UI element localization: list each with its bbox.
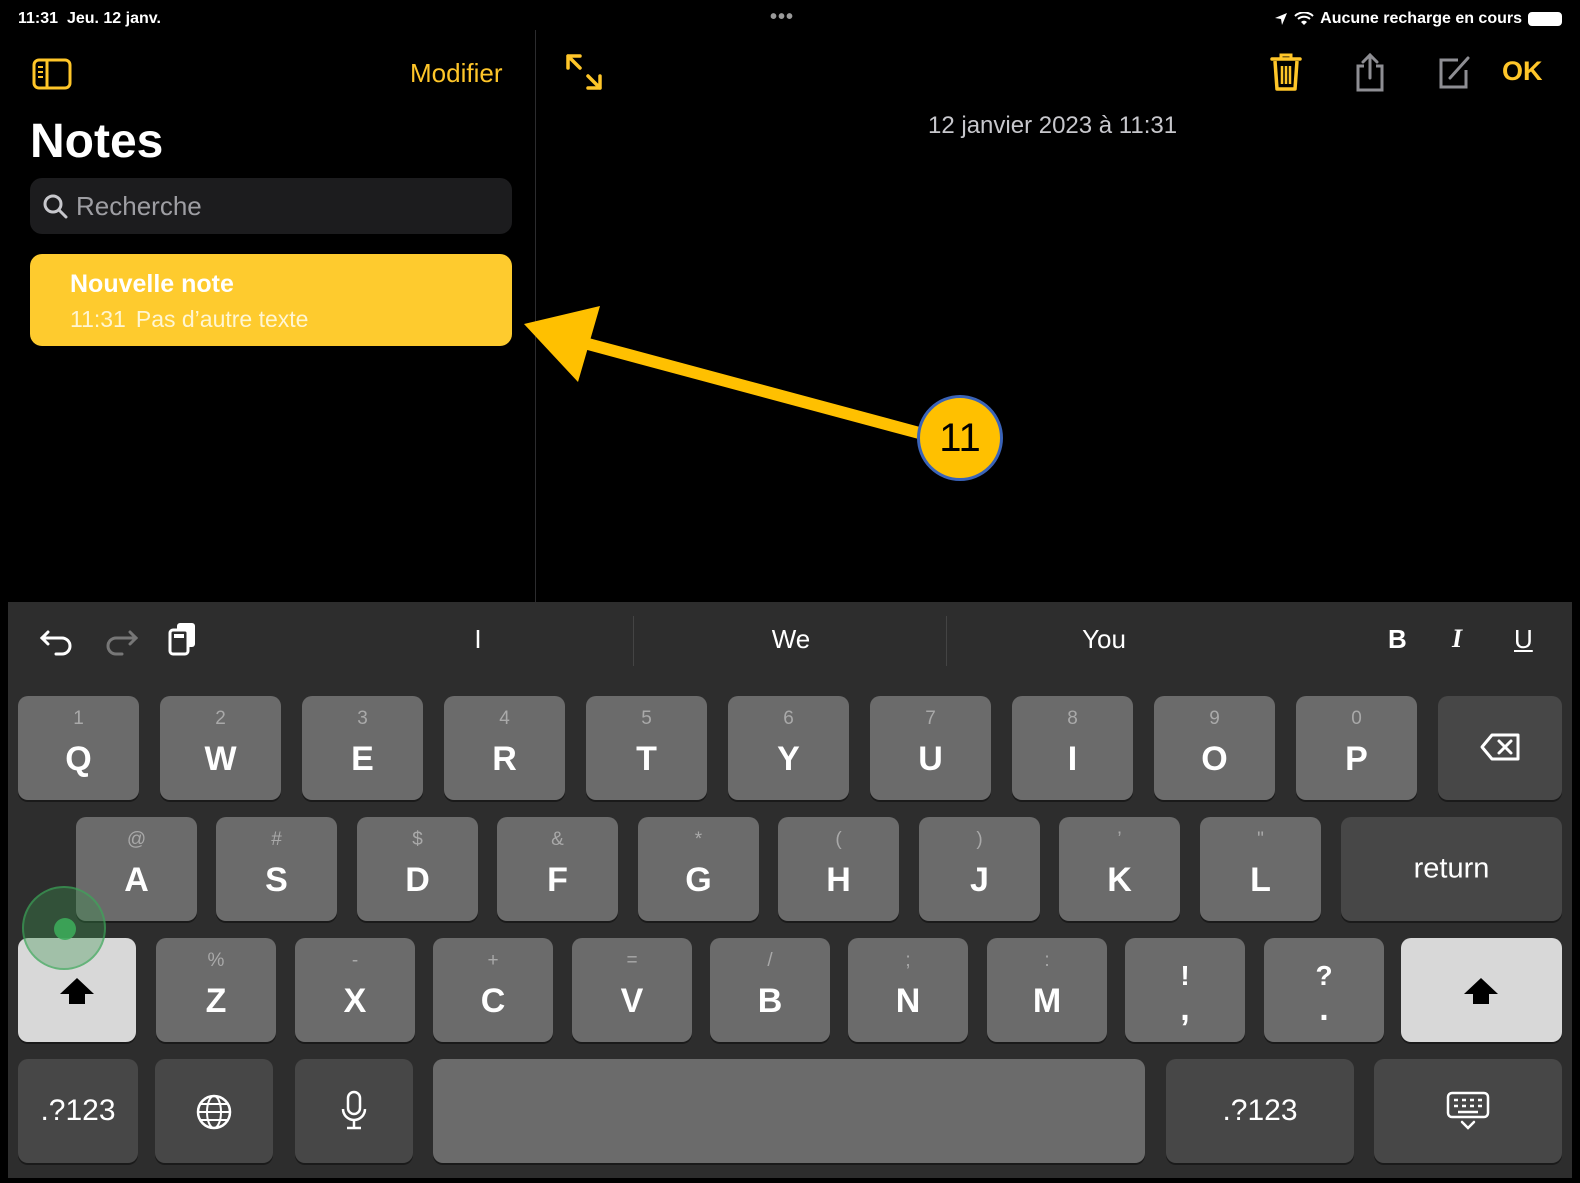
suggestion-3[interactable]: You — [1004, 624, 1204, 655]
key-r[interactable]: 4R — [444, 696, 565, 800]
bold-button[interactable]: B — [1388, 624, 1407, 655]
done-button[interactable]: OK — [1502, 56, 1543, 87]
key-n[interactable]: ; N — [848, 938, 968, 1042]
shift-icon — [60, 978, 94, 1004]
key-f[interactable]: & F — [497, 817, 618, 921]
notes-sidebar: Modifier Notes Nouvelle note 11:31 Pas d’… — [8, 30, 536, 610]
numbers-key-right[interactable]: .?123 — [1166, 1059, 1354, 1163]
keyboard-dismiss-icon — [1446, 1091, 1490, 1130]
status-right: Aucune recharge en cours — [1274, 10, 1562, 28]
hide-keyboard-key[interactable] — [1374, 1059, 1562, 1163]
key-y[interactable]: 6Y — [728, 696, 849, 800]
step-badge: 11 — [917, 395, 1003, 481]
note-timestamp: 12 janvier 2023 à 11:31 — [928, 112, 1178, 139]
key-i[interactable]: 8I — [1012, 696, 1133, 800]
sidebar-toggle-icon[interactable] — [32, 58, 72, 90]
key-e[interactable]: 3E — [302, 696, 423, 800]
suggestion-2[interactable]: We — [691, 624, 891, 655]
key-comma[interactable]: !, — [1125, 938, 1245, 1042]
key-g[interactable]: * G — [638, 817, 759, 921]
key-j[interactable]: ) J — [919, 817, 1040, 921]
return-key[interactable]: return — [1341, 817, 1562, 921]
shift-icon — [1464, 978, 1498, 1004]
key-w[interactable]: 2W — [160, 696, 281, 800]
suggestion-divider — [633, 616, 634, 666]
wifi-icon — [1294, 12, 1314, 25]
charging-status: Aucune recharge en cours — [1320, 10, 1522, 27]
key-k[interactable]: ’ K — [1059, 817, 1180, 921]
key-period[interactable]: ?. — [1264, 938, 1384, 1042]
multitasking-dots-icon[interactable]: ••• — [770, 6, 794, 29]
numbers-key-left[interactable]: .?123 — [18, 1059, 138, 1163]
underline-button[interactable]: U — [1514, 624, 1533, 655]
paste-icon[interactable] — [164, 620, 202, 658]
key-v[interactable]: = V — [572, 938, 692, 1042]
undo-icon[interactable] — [38, 620, 76, 658]
search-field[interactable] — [30, 178, 512, 234]
key-c[interactable]: + C — [433, 938, 553, 1042]
microphone-icon — [341, 1090, 367, 1130]
key-z[interactable]: % Z — [156, 938, 276, 1042]
keyboard: I We You B I U 1Q 2W 3E 4R 5T 6Y 7U 8I 9… — [8, 602, 1572, 1178]
space-bar[interactable] — [433, 1059, 1145, 1163]
redo-icon[interactable] — [102, 620, 140, 658]
ipad-screen: 11:31 Jeu. 12 janv. ••• Aucune recharge … — [8, 6, 1572, 1178]
globe-key[interactable] — [155, 1059, 273, 1163]
shift-key-right[interactable] — [1401, 938, 1562, 1042]
key-p[interactable]: 0P — [1296, 696, 1417, 800]
note-preview: Pas d’autre texte — [135, 306, 309, 332]
key-m[interactable]: :M — [987, 938, 1107, 1042]
suggestion-1[interactable]: I — [378, 624, 578, 655]
expand-icon[interactable] — [564, 52, 604, 92]
location-icon — [1275, 13, 1288, 25]
delete-icon — [1480, 733, 1520, 761]
key-d[interactable]: $ D — [357, 817, 478, 921]
keyboard-toolbar: I We You B I U — [8, 602, 1572, 686]
assistive-touch-button[interactable] — [22, 886, 106, 970]
key-u[interactable]: 7U — [870, 696, 991, 800]
key-t[interactable]: 5T — [586, 696, 707, 800]
share-icon[interactable] — [1352, 52, 1388, 92]
note-subtitle: 11:31 Pas d’autre texte — [70, 306, 318, 333]
compose-icon[interactable] — [1436, 52, 1472, 92]
key-h[interactable]: (H — [778, 817, 899, 921]
search-icon — [43, 194, 68, 219]
edit-button[interactable]: Modifier — [410, 58, 502, 89]
note-detail: 12 janvier 2023 à 11:31 OK — [536, 30, 1572, 610]
page-title: Notes — [30, 115, 164, 168]
battery-icon — [1528, 12, 1562, 26]
search-input[interactable] — [74, 189, 478, 223]
key-s[interactable]: # S — [216, 817, 337, 921]
note-list-item[interactable]: Nouvelle note 11:31 Pas d’autre texte — [30, 254, 512, 346]
note-title: Nouvelle note — [70, 270, 234, 298]
trash-icon[interactable] — [1268, 52, 1304, 92]
dictation-key[interactable] — [295, 1059, 413, 1163]
key-b[interactable]: / B — [710, 938, 830, 1042]
note-time: 11:31 — [70, 306, 126, 332]
key-q[interactable]: 1Q — [18, 696, 139, 800]
globe-icon — [196, 1094, 232, 1130]
status-time: 11:31 Jeu. 12 janv. — [18, 10, 161, 27]
delete-key[interactable] — [1438, 696, 1562, 800]
suggestion-divider — [946, 616, 947, 666]
status-bar: 11:31 Jeu. 12 janv. ••• Aucune recharge … — [8, 6, 1572, 30]
key-o[interactable]: 9O — [1154, 696, 1275, 800]
key-l[interactable]: " L — [1200, 817, 1321, 921]
key-x[interactable]: -X — [295, 938, 415, 1042]
italic-button[interactable]: I — [1452, 624, 1462, 654]
